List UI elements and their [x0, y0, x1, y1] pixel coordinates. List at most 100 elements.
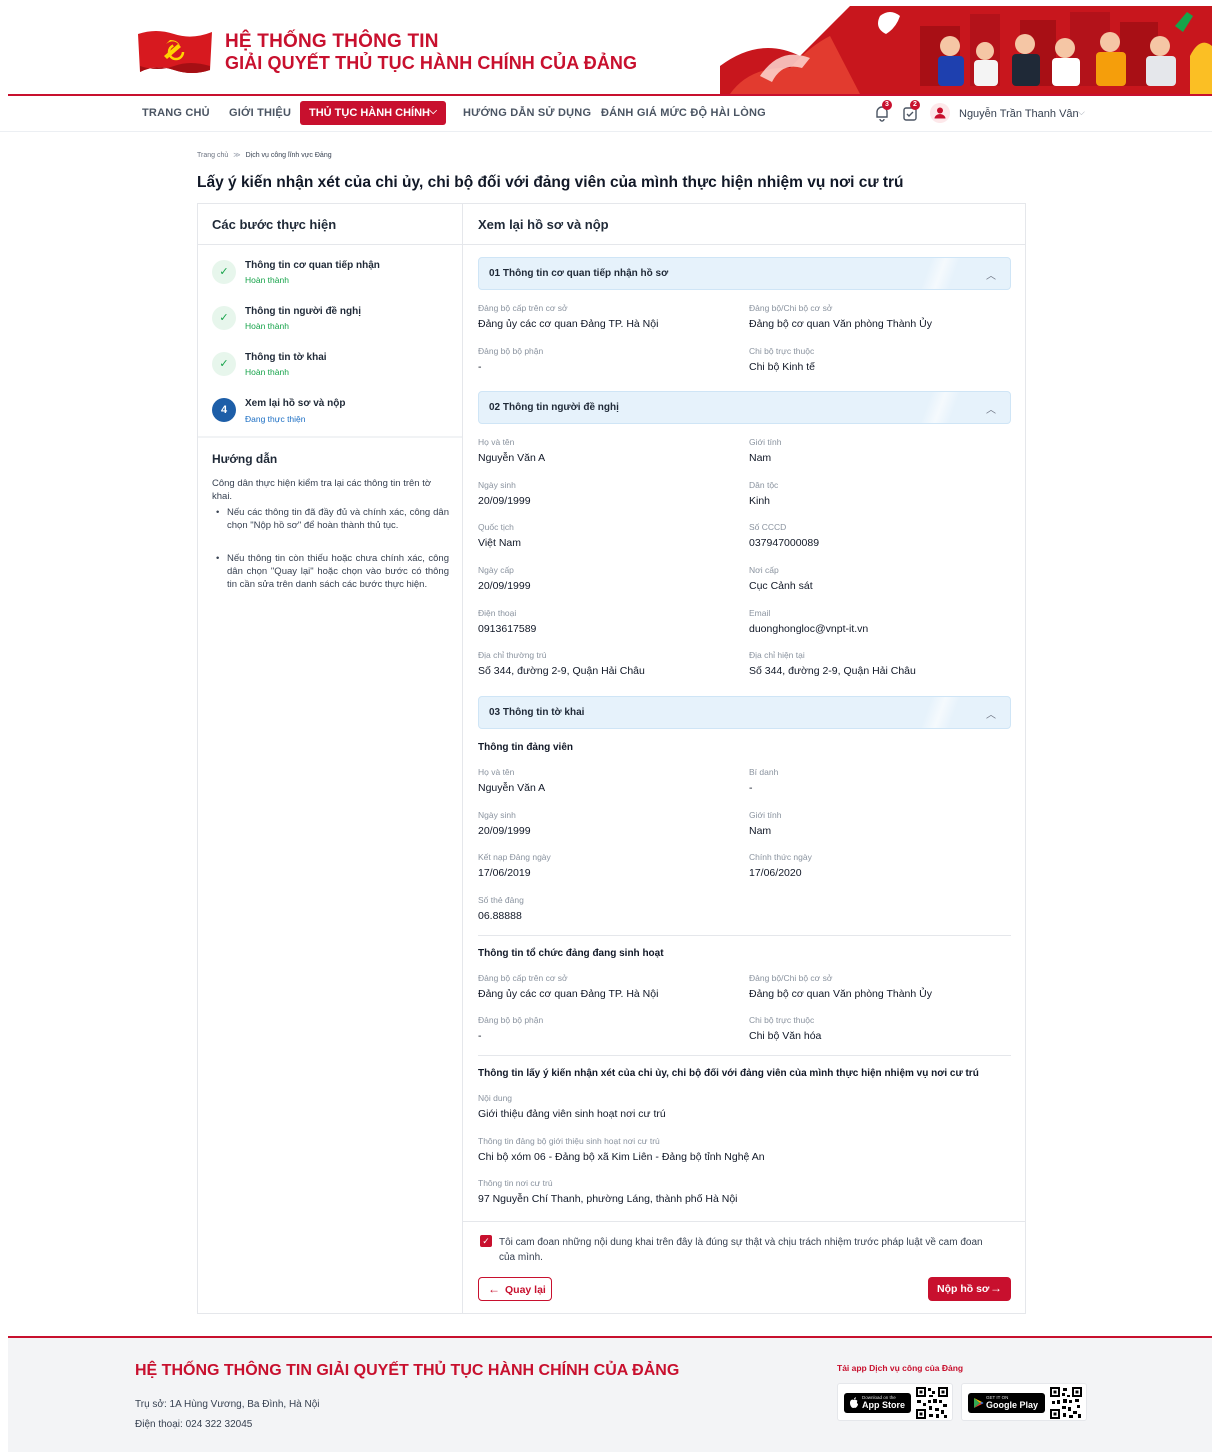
field-label: Họ và tên [478, 437, 515, 447]
steps-panel-title: Các bước thực hiện [212, 217, 337, 232]
field-value: 20/09/1999 [478, 825, 531, 837]
field-value: Đảng bộ cơ quan Văn phòng Thành Ủy [749, 318, 932, 330]
party-flag-logo[interactable] [136, 26, 214, 78]
notification-badge: 3 [882, 100, 892, 110]
field-value: Nam [749, 825, 772, 837]
check-icon: ✓ [212, 352, 236, 376]
divider [198, 436, 462, 438]
avatar[interactable] [930, 103, 950, 123]
back-button[interactable]: ← Quay lại [478, 1277, 552, 1301]
procedure-card [197, 203, 1026, 1314]
field-value: - [478, 361, 482, 373]
app-download-label: Tải app Dịch vụ công của Đảng [837, 1363, 964, 1373]
field-value: 20/09/1999 [478, 495, 531, 507]
section-label: 03 Thông tin tờ khai [489, 707, 585, 718]
main-nav: TRANG CHỦ GIỚI THIỆU THỦ TỤC HÀNH CHÍNH … [0, 96, 1212, 132]
breadcrumb-home[interactable]: Trang chủ [197, 152, 228, 159]
nav-item-user-guide[interactable]: HƯỚNG DẪN SỬ DỤNG [463, 107, 591, 119]
field-value: Nam [749, 452, 772, 464]
breadcrumb-current[interactable]: Dịch vụ công lĩnh vực Đảng [246, 152, 332, 159]
field-label: Đảng bộ/Chi bộ cơ sở [749, 303, 833, 313]
field-label: Quốc tịch [478, 522, 514, 532]
review-title: Xem lại hồ sơ và nộp [478, 217, 609, 232]
nav-item-home[interactable]: TRANG CHỦ [142, 107, 210, 119]
section-label: 02 Thông tin người đề nghị [489, 402, 619, 413]
field-label: Email [749, 608, 771, 618]
system-title-line2: GIẢI QUYẾT THỦ TỤC HÀNH CHÍNH CỦA ĐẢNG [225, 53, 638, 73]
field-label: Giới tính [749, 437, 782, 447]
field-label: Điện thoại [478, 608, 517, 618]
field-value: Chi bộ Văn hóa [749, 1030, 822, 1042]
google-play-card[interactable]: GET IT ON Google Play [961, 1383, 1087, 1421]
footer-address: Trụ sở: 1A Hùng Vương, Ba Đình, Hà Nội [135, 1399, 320, 1410]
breadcrumb: Trang chủ ≫ Dịch vụ công lĩnh vực Đảng [197, 151, 332, 159]
field-label: Đảng bộ bộ phận [478, 1015, 544, 1025]
system-title-line1: HỆ THỐNG THÔNG TIN [225, 31, 439, 52]
task-badge: 2 [910, 100, 920, 110]
chevron-down-icon[interactable]: ⌵ [1078, 107, 1085, 118]
field-value: Kinh [749, 495, 771, 507]
section-agency-header[interactable]: 01 Thông tin cơ quan tiếp nhận hồ sơ ︿ [478, 257, 1011, 290]
field-label: Bí danh [749, 767, 779, 777]
org-info-heading: Thông tin tổ chức đảng đang sinh hoạt [478, 948, 664, 959]
field-label: Đảng bộ cấp trên cơ sở [478, 973, 568, 983]
submit-button[interactable]: Nộp hồ sơ → [928, 1277, 1011, 1301]
declaration-checkbox[interactable]: ✓ [480, 1235, 492, 1247]
field-label: Đảng bộ cấp trên cơ sở [478, 303, 568, 313]
field-label: Dân tộc [749, 480, 779, 490]
chevron-up-icon[interactable]: ︿ [986, 267, 996, 282]
divider [463, 244, 1025, 245]
chevron-up-icon[interactable]: ︿ [986, 401, 996, 416]
app-store-button[interactable]: Download on the App Store [844, 1393, 911, 1413]
field-value: Đảng bộ cơ quan Văn phòng Thành Ủy [749, 988, 932, 1000]
app-store-big-text: App Store [862, 1400, 906, 1410]
field-label: Chính thức ngày [749, 852, 812, 862]
google-play-button[interactable]: GET IT ON Google Play [968, 1393, 1045, 1413]
column-divider [462, 203, 463, 1314]
apple-icon [850, 1397, 858, 1408]
step-title-applicant[interactable]: Thông tin người đề nghị [245, 306, 361, 317]
section-label: 01 Thông tin cơ quan tiếp nhận hồ sơ [489, 268, 669, 279]
field-label: Địa chỉ hiện tại [749, 650, 805, 660]
check-icon: ✓ [212, 306, 236, 330]
opinion-info-heading: Thông tin lấy ý kiến nhận xét của chi ủy… [478, 1068, 979, 1079]
page-title: Lấy ý kiến nhận xét của chi ủy, chi bộ đ… [197, 174, 904, 191]
step-title-agency[interactable]: Thông tin cơ quan tiếp nhận [245, 260, 380, 271]
nav-item-admin-procedures-label: THỦ TỤC HÀNH CHÍNH [309, 107, 430, 119]
footer-phone: Điện thoại: 024 322 32045 [135, 1419, 253, 1430]
section-applicant-header[interactable]: 02 Thông tin người đề nghị ︿ [478, 391, 1011, 424]
nav-item-satisfaction-rating[interactable]: ĐÁNH GIÁ MỨC ĐỘ HÀI LÒNG [601, 107, 766, 119]
banner-illustration [720, 6, 1212, 94]
field-value: 97 Nguyễn Chí Thanh, phường Láng, thành … [478, 1193, 738, 1205]
step-status: Hoàn thành [245, 321, 289, 331]
back-button-label: Quay lại [505, 1284, 546, 1296]
field-value: - [749, 782, 753, 794]
nav-item-admin-procedures[interactable]: THỦ TỤC HÀNH CHÍNH ⌵ [300, 101, 446, 125]
nav-item-about[interactable]: GIỚI THIỆU [229, 107, 291, 119]
chevron-up-icon[interactable]: ︿ [986, 706, 996, 721]
field-label: Thông tin đảng bộ giới thiệu sinh hoạt n… [478, 1136, 660, 1146]
field-value: 06.88888 [478, 910, 522, 922]
field-label: Kết nạp Đảng ngày [478, 852, 551, 862]
section-declaration-header[interactable]: 03 Thông tin tờ khai ︿ [478, 696, 1011, 729]
field-label: Nơi cấp [749, 565, 779, 575]
field-value: 037947000089 [749, 537, 820, 549]
qr-code-icon [915, 1386, 949, 1420]
header-banner: HỆ THỐNG THÔNG TIN GIẢI QUYẾT THỦ TỤC HÀ… [0, 0, 1212, 95]
field-value: Chi bộ Kinh tế [749, 361, 815, 373]
field-value: Việt Nam [478, 537, 521, 549]
field-label: Địa chỉ thường trú [478, 650, 547, 660]
field-label: Đảng bộ bộ phận [478, 346, 544, 356]
field-label: Ngày sinh [478, 480, 516, 490]
app-store-card[interactable]: Download on the App Store [837, 1383, 953, 1421]
step-title-declaration[interactable]: Thông tin tờ khai [245, 352, 327, 363]
divider [198, 244, 462, 245]
field-value: Số 344, đường 2-9, Quận Hải Châu [749, 665, 916, 677]
field-value: 17/06/2020 [749, 867, 802, 879]
guide-title: Hướng dẫn [212, 452, 278, 466]
step-title-review[interactable]: Xem lại hồ sơ và nộp [245, 398, 345, 409]
user-name[interactable]: Nguyễn Trần Thanh Vân [959, 108, 1079, 120]
divider [478, 1055, 1011, 1056]
field-label: Số CCCD [749, 522, 787, 532]
field-value: Đảng ủy các cơ quan Đảng TP. Hà Nội [478, 988, 659, 1000]
